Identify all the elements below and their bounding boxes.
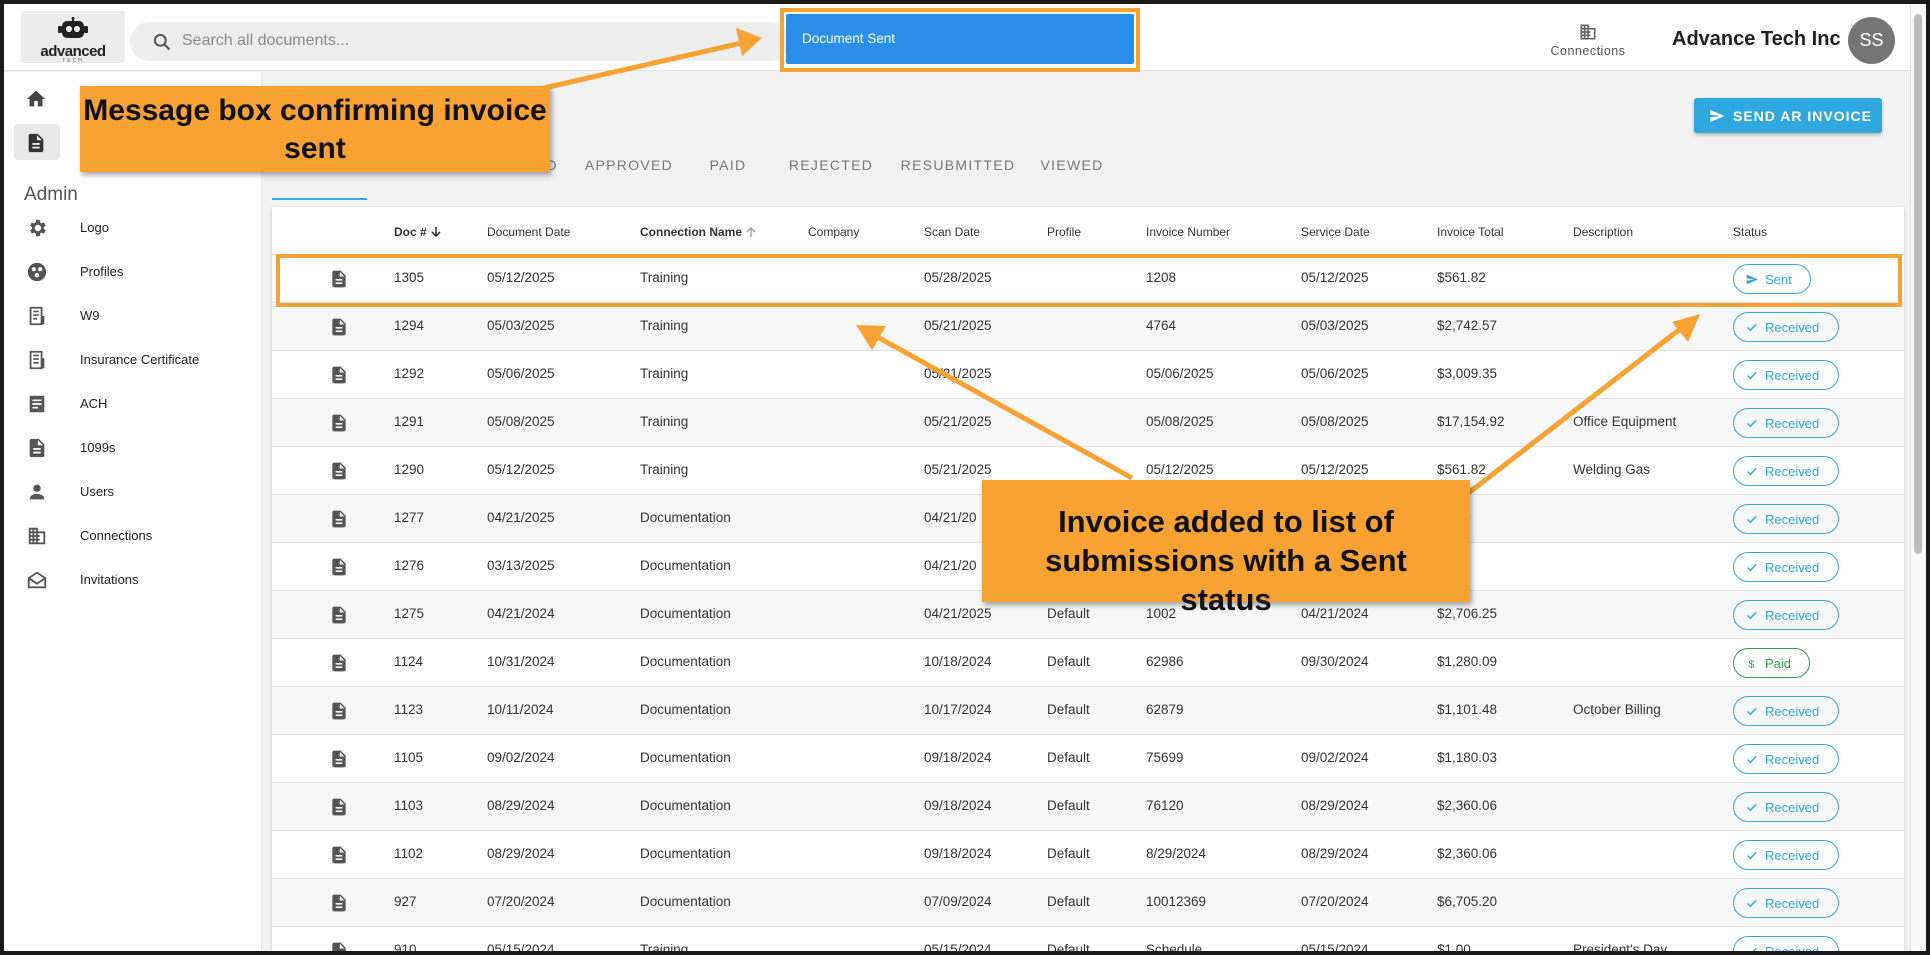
app-frame: advanced TECH Connections Advance Tech I… xyxy=(4,4,1926,951)
annotation-arrow xyxy=(543,28,762,91)
annotation-arrow xyxy=(856,325,1134,481)
document-sent-toast: Document Sent xyxy=(786,14,1134,64)
toast-message: Document Sent xyxy=(802,31,896,46)
callout-invoice-added: Invoice added to list of submissions wit… xyxy=(982,480,1470,617)
annotation-arrow xyxy=(1460,314,1700,500)
callout-message-box: Message box confirming invoice sent xyxy=(80,86,550,172)
row-highlight-box xyxy=(276,254,1902,307)
